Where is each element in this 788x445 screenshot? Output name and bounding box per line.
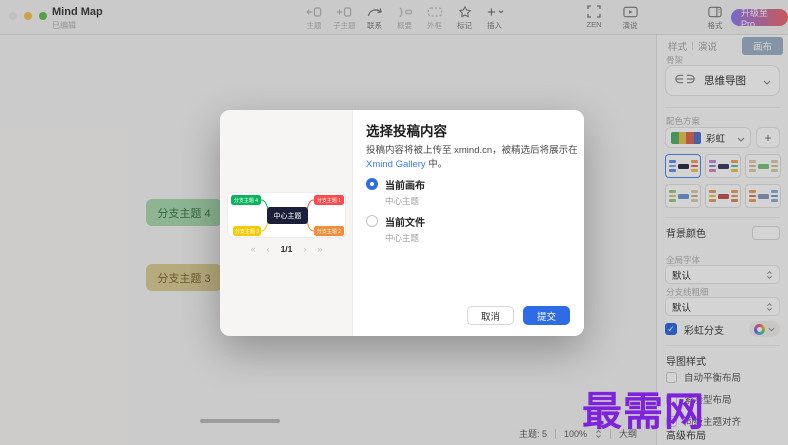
preview-branch-1: 分支主题 1 [314, 195, 344, 205]
option-sublabel: 中心主题 [385, 233, 420, 243]
description-suffix: 中。 [425, 159, 448, 170]
preview-branch-4: 分支主题 4 [231, 195, 261, 205]
option-label: 当前画布 [385, 181, 425, 192]
site-watermark: 最需网 [582, 390, 705, 434]
dialog-title: 选择投稿内容 [366, 124, 447, 139]
preview-branch-3: 分支主题 3 [233, 226, 261, 236]
radio-selected-icon[interactable] [366, 178, 378, 190]
submit-options: 当前画布 中心主题 当前文件 中心主题 [366, 177, 425, 244]
dialog-actions: 取消 提交 [466, 306, 570, 325]
radio-unselected-icon[interactable] [366, 215, 378, 227]
next-page-button[interactable]: › [303, 244, 306, 254]
description-text: 投稿内容将被上传至 xmind.cn，被精选后将展示在 [366, 145, 578, 156]
submit-button[interactable]: 提交 [522, 306, 570, 325]
option-current-canvas[interactable]: 当前画布 中心主题 [366, 177, 425, 207]
app-window: Mind Map 已编辑 主题 子主题 联系 概要 外框 标记 插入 ZEN 演说 [0, 0, 788, 445]
submit-content-dialog: 中心主题 分支主题 4 分支主题 1 分支主题 3 分支主题 2 « ‹ 1/1… [220, 110, 584, 336]
map-preview-card: 中心主题 分支主题 4 分支主题 1 分支主题 3 分支主题 2 [227, 192, 346, 238]
prev-page-button[interactable]: ‹ [267, 244, 270, 254]
preview-branch-2: 分支主题 2 [314, 226, 344, 236]
preview-pagination: « ‹ 1/1 › » [220, 244, 353, 254]
preview-central-topic: 中心主题 [267, 207, 308, 224]
option-sublabel: 中心主题 [385, 196, 420, 206]
dialog-description: 投稿内容将被上传至 xmind.cn，被精选后将展示在 Xmind Galler… [366, 144, 578, 172]
option-label: 当前文件 [385, 218, 425, 229]
option-current-file[interactable]: 当前文件 中心主题 [366, 214, 425, 244]
last-page-button[interactable]: » [317, 244, 322, 254]
xmind-gallery-link[interactable]: Xmind Gallery [366, 159, 426, 170]
first-page-button[interactable]: « [251, 244, 256, 254]
page-indicator: 1/1 [280, 244, 293, 254]
cancel-button[interactable]: 取消 [466, 306, 514, 325]
dialog-content-pane: 选择投稿内容 投稿内容将被上传至 xmind.cn，被精选后将展示在 Xmind… [353, 110, 584, 336]
dialog-preview-pane: 中心主题 分支主题 4 分支主题 1 分支主题 3 分支主题 2 « ‹ 1/1… [220, 110, 353, 336]
